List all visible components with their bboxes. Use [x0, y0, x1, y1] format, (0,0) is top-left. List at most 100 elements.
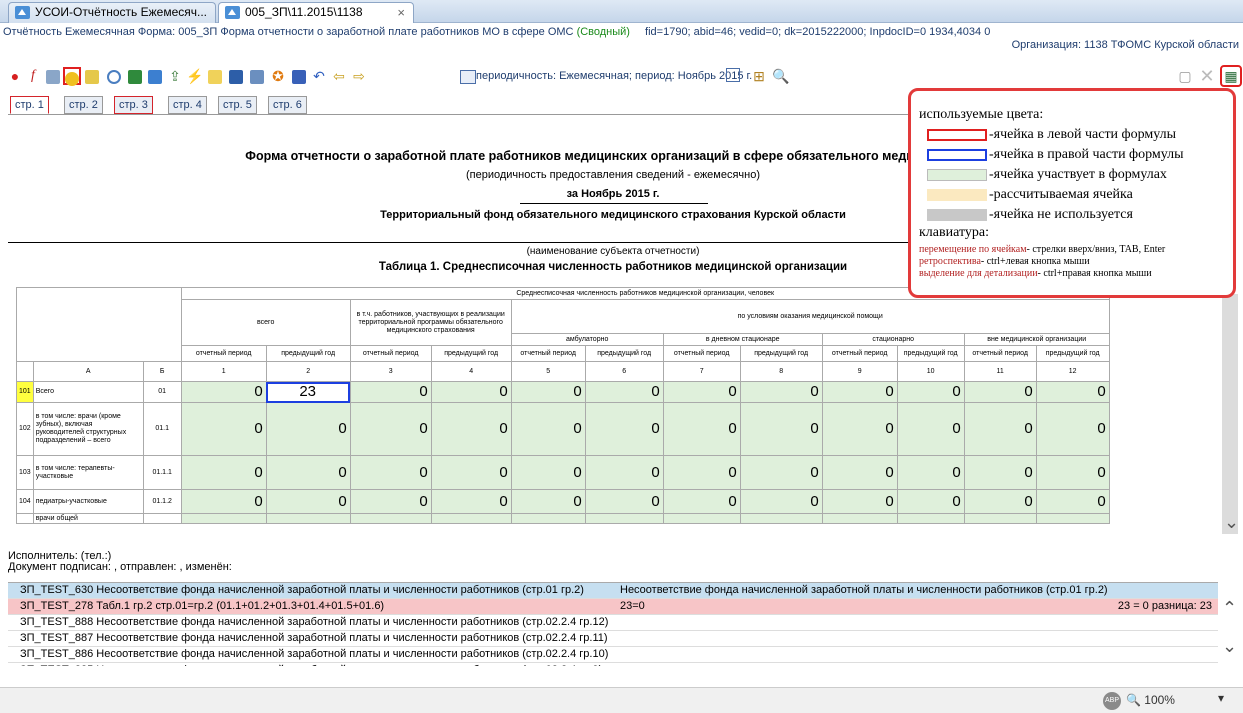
value-cell[interactable]: 0 — [963, 455, 1037, 490]
value-cell[interactable]: 0 — [821, 381, 898, 403]
value-cell[interactable] — [739, 513, 823, 524]
tab-page-6[interactable]: стр. 6 — [268, 96, 307, 114]
validation-error-row[interactable]: ЗП_TEST_630 Несоответствие фонда начисле… — [8, 583, 1218, 599]
value-cell[interactable] — [265, 513, 351, 524]
value-cell[interactable]: 0 — [662, 455, 741, 490]
value-cell[interactable]: 0 — [349, 381, 432, 403]
value-cell[interactable]: 0 — [821, 402, 898, 456]
value-cell[interactable]: 0 — [1035, 402, 1110, 456]
value-cell[interactable]: 0 — [265, 489, 351, 514]
value-cell[interactable] — [821, 513, 898, 524]
new-document-icon[interactable]: ▢ — [1176, 67, 1194, 85]
value-cell[interactable]: 0 — [584, 489, 664, 514]
value-cell[interactable]: 0 — [265, 402, 351, 456]
value-cell[interactable]: 0 — [739, 489, 823, 514]
value-cell[interactable]: 0 — [662, 489, 741, 514]
value-cell[interactable]: 0 — [662, 381, 741, 403]
validation-error-row[interactable]: ЗП_TEST_885 Несоответствие фонда начисле… — [8, 663, 1218, 666]
formula-icon[interactable]: f — [24, 67, 42, 85]
value-cell[interactable] — [510, 513, 586, 524]
value-cell[interactable]: 0 — [510, 455, 586, 490]
value-cell[interactable] — [180, 513, 267, 524]
value-cell[interactable]: 0 — [430, 381, 512, 403]
legend-toggle-icon[interactable]: ▦ — [1220, 65, 1242, 87]
excel-icon[interactable] — [126, 67, 144, 85]
value-cell[interactable] — [662, 513, 741, 524]
value-cell[interactable]: 0 — [584, 455, 664, 490]
scrollbar-thumb[interactable] — [1222, 294, 1238, 534]
close-tab-icon[interactable]: × — [397, 3, 405, 22]
value-cell[interactable]: 0 — [430, 489, 512, 514]
value-cell[interactable]: 23 — [265, 381, 351, 403]
save-icon[interactable] — [290, 67, 308, 85]
value-cell[interactable]: 0 — [584, 381, 664, 403]
grid-settings-icon[interactable]: ⊞ — [750, 67, 768, 85]
value-cell[interactable]: 0 — [662, 402, 741, 456]
value-cell[interactable]: 0 — [180, 489, 267, 514]
value-cell[interactable]: 0 — [430, 455, 512, 490]
zoom-dropdown-icon[interactable]: ▾ — [1218, 691, 1224, 705]
validation-error-row[interactable]: ЗП_TEST_886 Несоответствие фонда начисле… — [8, 647, 1218, 663]
lightning-icon[interactable]: ⚡ — [186, 67, 204, 85]
value-cell[interactable]: 0 — [265, 455, 351, 490]
value-cell[interactable]: 0 — [1035, 489, 1110, 514]
tab-page-2[interactable]: стр. 2 — [64, 96, 103, 114]
preview-icon[interactable] — [105, 67, 123, 85]
table-icon[interactable] — [227, 67, 245, 85]
tab-page-4[interactable]: стр. 4 — [168, 96, 207, 114]
value-cell[interactable]: 0 — [510, 402, 586, 456]
value-cell[interactable] — [963, 513, 1037, 524]
value-cell[interactable]: 0 — [180, 381, 267, 403]
adblock-icon[interactable]: ABP — [1103, 692, 1121, 710]
arrow-right-icon[interactable]: ⇨ — [350, 67, 368, 85]
close-icon[interactable]: ✕ — [1198, 67, 1216, 85]
calculator-icon[interactable] — [44, 67, 62, 85]
value-cell[interactable]: 0 — [963, 381, 1037, 403]
stats-icon[interactable]: ✪ — [269, 67, 287, 85]
value-cell[interactable]: 0 — [510, 489, 586, 514]
value-cell[interactable]: 0 — [896, 381, 965, 403]
value-cell[interactable]: 0 — [896, 402, 965, 456]
undo-icon[interactable]: ↶ — [310, 67, 328, 85]
browser-tab-form[interactable]: 005_ЗП\11.2015\1138 × — [218, 2, 414, 23]
value-cell[interactable]: 0 — [1035, 381, 1110, 403]
calendar-icon[interactable] — [248, 67, 266, 85]
tab-page-1[interactable]: стр. 1 — [10, 96, 49, 114]
value-cell[interactable]: 0 — [349, 489, 432, 514]
value-cell[interactable] — [430, 513, 512, 524]
value-cell[interactable]: 0 — [739, 381, 823, 403]
search-icon[interactable]: 🔍 — [772, 67, 790, 85]
value-cell[interactable] — [896, 513, 965, 524]
value-cell[interactable]: 0 — [349, 455, 432, 490]
value-cell[interactable]: 0 — [180, 455, 267, 490]
chevron-down-icon[interactable]: ⌄ — [1222, 636, 1237, 657]
value-cell[interactable]: 0 — [739, 455, 823, 490]
import-icon[interactable] — [146, 67, 164, 85]
value-cell[interactable]: 0 — [349, 402, 432, 456]
value-cell[interactable]: 0 — [896, 455, 965, 490]
validation-error-row[interactable]: ЗП_TEST_278 Табл.1 гр.2 стр.01=гр.2 (01.… — [8, 599, 1218, 615]
value-cell[interactable]: 0 — [584, 402, 664, 456]
value-cell[interactable] — [584, 513, 664, 524]
value-cell[interactable]: 0 — [430, 402, 512, 456]
chevron-down-icon[interactable]: ⌄ — [1224, 512, 1239, 533]
warning-icon[interactable] — [63, 67, 81, 87]
value-cell[interactable]: 0 — [510, 381, 586, 403]
value-cell[interactable] — [1035, 513, 1110, 524]
export-icon[interactable]: ⇪ — [166, 67, 184, 85]
calendar-small-icon[interactable] — [726, 68, 740, 82]
validation-error-row[interactable]: ЗП_TEST_888 Несоответствие фонда начисле… — [8, 615, 1218, 631]
value-cell[interactable]: 0 — [821, 455, 898, 490]
record-icon[interactable]: ● — [6, 67, 24, 85]
value-cell[interactable]: 0 — [963, 489, 1037, 514]
chevron-up-icon[interactable]: ⌃ — [1222, 598, 1237, 619]
value-cell[interactable]: 0 — [180, 402, 267, 456]
value-cell[interactable]: 0 — [963, 402, 1037, 456]
validation-error-row[interactable]: ЗП_TEST_887 Несоответствие фонда начисле… — [8, 631, 1218, 647]
value-cell[interactable] — [349, 513, 432, 524]
value-cell[interactable]: 0 — [1035, 455, 1110, 490]
edit-icon[interactable] — [83, 67, 101, 85]
value-cell[interactable]: 0 — [821, 489, 898, 514]
value-cell[interactable]: 0 — [896, 489, 965, 514]
save-local-icon[interactable] — [206, 67, 224, 85]
